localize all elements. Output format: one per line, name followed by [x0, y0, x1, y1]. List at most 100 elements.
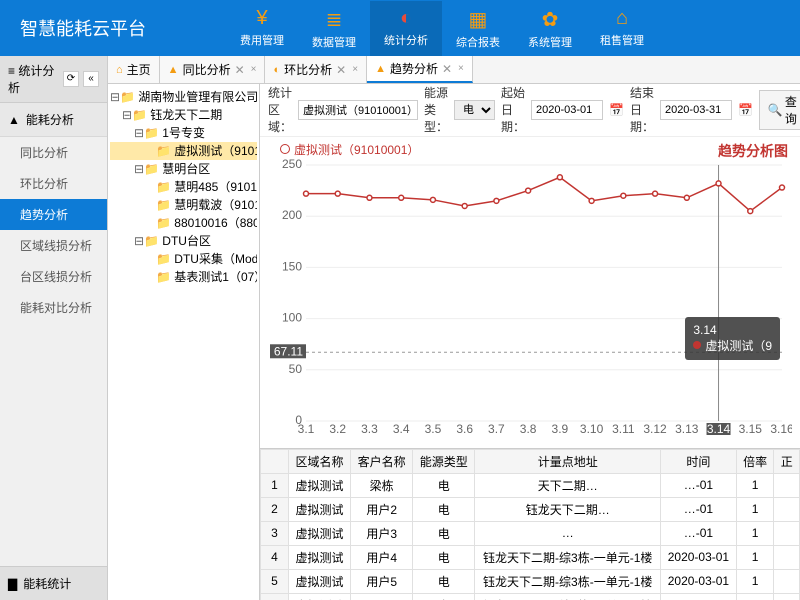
tree-node[interactable]: 📁 基表测试1（07）	[110, 268, 257, 286]
topnav-2[interactable]: ◐统计分析	[370, 1, 442, 56]
close-icon[interactable]: ×	[251, 64, 257, 75]
svg-text:3.14: 3.14	[707, 422, 731, 436]
toggle-icon[interactable]: ⊟	[110, 88, 120, 106]
folder-icon: 📁	[156, 252, 171, 266]
svg-text:3.6: 3.6	[456, 422, 473, 436]
toggle-icon[interactable]: ⊟	[134, 124, 144, 142]
col-header[interactable]: 客户名称	[351, 449, 413, 473]
topnav-5[interactable]: ⌂租售管理	[586, 1, 658, 56]
sidebar-section-energy[interactable]: ▲ 能耗分析	[0, 103, 107, 137]
cell: 电	[413, 545, 475, 569]
cell: 用户2	[351, 497, 413, 521]
end-date-input[interactable]	[660, 100, 732, 120]
toggle-icon[interactable]: ⊟	[134, 160, 144, 178]
sidebar-item-3[interactable]: 区域线损分析	[0, 230, 107, 261]
col-header[interactable]: 计量点地址	[475, 449, 661, 473]
topnav-1[interactable]: ≣数据管理	[298, 1, 370, 56]
collapse-icon[interactable]: «	[83, 71, 99, 87]
tree-label: DTU采集（Modbus_D	[174, 252, 257, 266]
col-header[interactable]	[261, 449, 289, 473]
svg-text:3.10: 3.10	[580, 422, 604, 436]
folder-icon: 📁	[144, 234, 159, 248]
table-row[interactable]: 6虚拟测试栗雪飞电钰龙天下二期-综3栋-一单元-1楼2020-03-011	[261, 593, 800, 600]
cell	[774, 521, 800, 545]
tree-node[interactable]: 📁 DTU采集（Modbus_D	[110, 250, 257, 268]
cell: 虚拟测试	[289, 497, 351, 521]
topnav-4[interactable]: ✿系统管理	[514, 1, 586, 56]
table-row[interactable]: 2虚拟测试用户2电钰龙天下二期……-011	[261, 497, 800, 521]
trend-chart[interactable]: 05010015020025067.113.13.23.33.43.53.63.…	[268, 145, 792, 445]
tab-3[interactable]: ▲趋势分析 ✕×	[367, 56, 473, 83]
topnav-0[interactable]: ¥费用管理	[226, 1, 298, 56]
workspace: ⊟📁 湖南物业管理有限公司⊟📁 钰龙天下二期⊟📁 1号专变📁 虚拟测试（9101…	[108, 84, 800, 600]
calendar-icon[interactable]: 📅	[609, 103, 624, 117]
tree-node[interactable]: 📁 慧明载波（91010004）	[110, 196, 257, 214]
tab-2[interactable]: ◐环比分析 ✕×	[265, 56, 367, 83]
col-header[interactable]: 正	[774, 449, 800, 473]
close-icon[interactable]: ×	[458, 63, 464, 74]
energy-select[interactable]: 电	[454, 100, 495, 120]
tab-icon: ◐	[273, 64, 280, 76]
tree-node[interactable]: ⊟📁 DTU台区	[110, 232, 257, 250]
filter-bar: 统计区域： 能源类型： 电 起始日期： 📅 结束日期： 📅 🔍 查询	[260, 84, 800, 137]
table-row[interactable]: 1虚拟测试梁栋电天下二期……-011	[261, 473, 800, 497]
cell: 1	[736, 545, 774, 569]
cell: 1	[736, 593, 774, 600]
topnav-3[interactable]: ▦综合报表	[442, 1, 514, 56]
tab-0[interactable]: ⌂主页	[108, 56, 160, 83]
refresh-icon[interactable]: ⟳	[63, 71, 79, 87]
content: ⌂主页▲同比分析 ✕×◐环比分析 ✕×▲趋势分析 ✕× ⊟📁 湖南物业管理有限公…	[108, 56, 800, 600]
tree-node[interactable]: 📁 88010016（8801）	[110, 214, 257, 232]
data-table: 区域名称客户名称能源类型计量点地址时间倍率正1虚拟测试梁栋电天下二期……-011…	[260, 448, 800, 600]
tree-node[interactable]: ⊟📁 钰龙天下二期	[110, 106, 257, 124]
cell: …-01	[661, 521, 737, 545]
tab-suffix: ✕	[442, 62, 452, 76]
tree-node[interactable]: 📁 虚拟测试（91010001）	[110, 142, 257, 160]
sidebar-item-1[interactable]: 环比分析	[0, 168, 107, 199]
folder-icon: 📁	[120, 90, 135, 104]
tree-node[interactable]: ⊟📁 1号专变	[110, 124, 257, 142]
start-date-input[interactable]	[531, 100, 603, 120]
sidebar-item-4[interactable]: 台区线损分析	[0, 261, 107, 292]
toggle-icon[interactable]: ⊟	[134, 232, 144, 250]
cell: 1	[736, 473, 774, 497]
sidebar-item-2[interactable]: 趋势分析	[0, 199, 107, 230]
col-header[interactable]: 能源类型	[413, 449, 475, 473]
tab-1[interactable]: ▲同比分析 ✕×	[160, 56, 266, 83]
sidebar-item-0[interactable]: 同比分析	[0, 137, 107, 168]
nav-icon: ◐	[400, 7, 412, 30]
cell: 1	[261, 473, 289, 497]
table-row[interactable]: 5虚拟测试用户5电钰龙天下二期-综3栋-一单元-1楼2020-03-011	[261, 569, 800, 593]
query-button[interactable]: 🔍 查询	[759, 90, 800, 130]
tree-node[interactable]: 📁 慧明485（91010003）	[110, 178, 257, 196]
energy-label: 能源类型：	[424, 84, 448, 135]
tree-node[interactable]: ⊟📁 湖南物业管理有限公司	[110, 88, 257, 106]
tree-node[interactable]: ⊟📁 慧明台区	[110, 160, 257, 178]
close-icon[interactable]: ×	[352, 64, 358, 75]
nav-label: 租售管理	[600, 32, 644, 48]
cell: 2020-03-01	[661, 545, 737, 569]
folder-icon: 📁	[132, 108, 147, 122]
cell: 5	[261, 569, 289, 593]
svg-text:3.4: 3.4	[393, 422, 410, 436]
sidebar-bottom[interactable]: ▇ 能耗统计	[0, 566, 107, 600]
tree-label: DTU台区	[162, 234, 211, 248]
chart-legend[interactable]: 虚拟测试（91010001）	[280, 141, 419, 158]
table-row[interactable]: 4虚拟测试用户4电钰龙天下二期-综3栋-一单元-1楼2020-03-011	[261, 545, 800, 569]
folder-icon: 📁	[144, 126, 159, 140]
cell: 4	[261, 545, 289, 569]
col-header[interactable]: 区域名称	[289, 449, 351, 473]
table-row[interactable]: 3虚拟测试用户3电……-011	[261, 521, 800, 545]
sidebar-item-5[interactable]: 能耗对比分析	[0, 292, 107, 323]
svg-text:3.11: 3.11	[612, 422, 635, 436]
folder-icon: 📁	[156, 216, 171, 230]
tree-label: 1号专变	[162, 126, 205, 140]
tree-label: 湖南物业管理有限公司	[138, 90, 257, 104]
cell: 电	[413, 497, 475, 521]
svg-text:3.3: 3.3	[361, 422, 378, 436]
col-header[interactable]: 倍率	[736, 449, 774, 473]
toggle-icon[interactable]: ⊟	[122, 106, 132, 124]
calendar-icon[interactable]: 📅	[738, 103, 753, 117]
col-header[interactable]: 时间	[661, 449, 737, 473]
region-input[interactable]	[298, 100, 418, 120]
